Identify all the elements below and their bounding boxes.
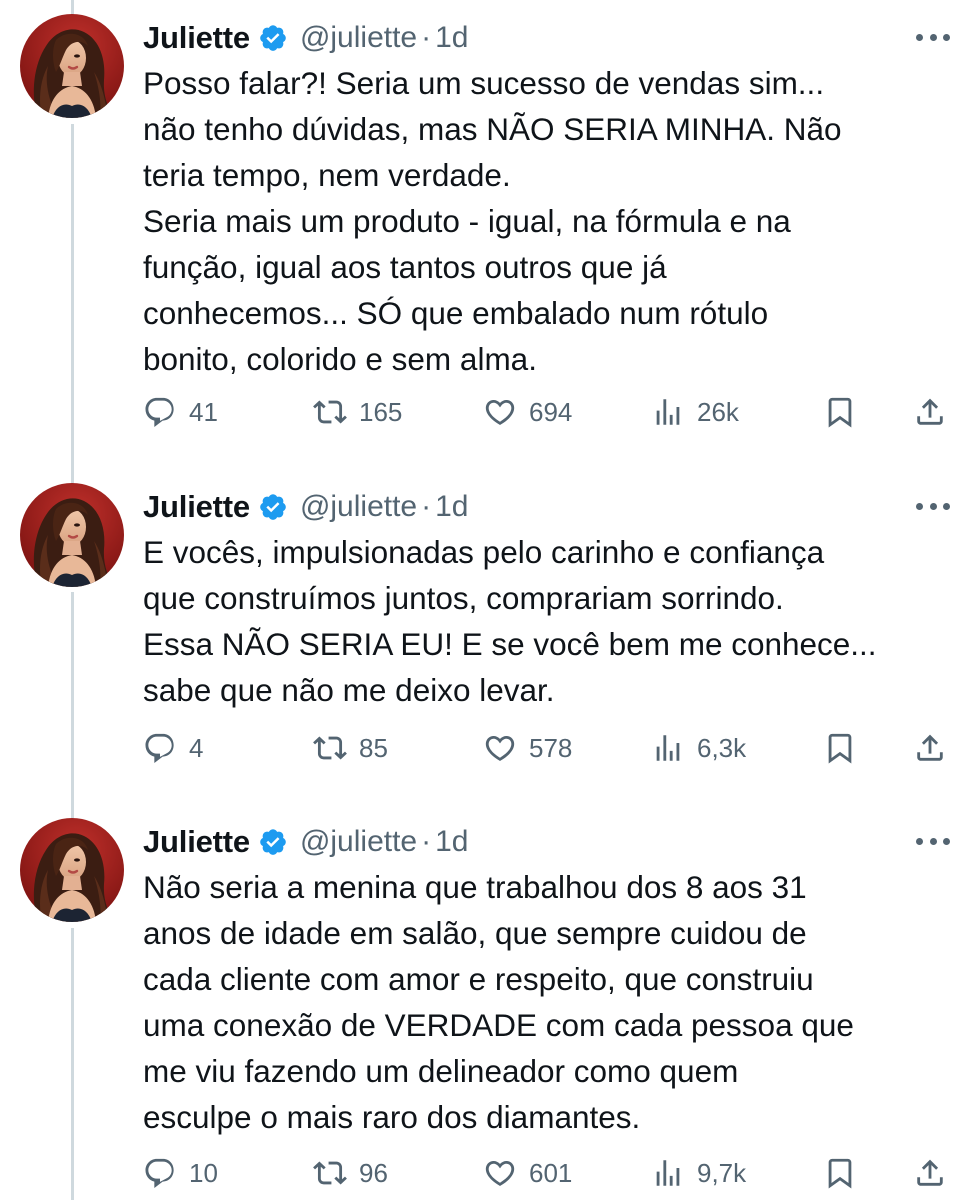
reply-icon [143, 395, 177, 429]
heart-icon [483, 395, 517, 429]
retweet-count: 96 [359, 1157, 388, 1188]
author-name[interactable]: Juliette [143, 824, 250, 860]
bookmark-button[interactable] [823, 390, 857, 434]
reply-button[interactable]: 41 [143, 390, 218, 434]
retweet-count: 165 [359, 396, 403, 427]
tweet-text-line: bonito, colorido e sem alma. [143, 341, 537, 377]
views-icon [651, 731, 685, 765]
tweet-text: Não seria a menina que trabalhou dos 8 a… [143, 864, 943, 1140]
bookmark-icon [823, 1156, 857, 1190]
reply-icon [143, 731, 177, 765]
author-name[interactable]: Juliette [143, 489, 250, 525]
share-icon [913, 731, 947, 765]
retweet-icon [313, 731, 347, 765]
tweet-text-line: me viu fazendo um delineador como quem [143, 1053, 739, 1089]
like-button[interactable]: 601 [483, 1151, 572, 1195]
share-button[interactable] [913, 726, 947, 770]
retweet-button[interactable]: 96 [313, 1151, 388, 1195]
author-handle[interactable]: @juliette [300, 21, 417, 55]
tweet-text-line: função, igual aos tantos outros que já [143, 249, 667, 285]
more-horizontal-icon[interactable] [916, 491, 950, 521]
thread-connector-line [71, 592, 74, 824]
bookmark-icon [823, 395, 857, 429]
separator-dot: · [421, 825, 432, 858]
retweet-count: 85 [359, 732, 388, 763]
reply-button[interactable]: 4 [143, 726, 203, 770]
tweet-text-line: anos de idade em salão, que sempre cuido… [143, 915, 807, 951]
like-button[interactable]: 694 [483, 390, 572, 434]
separator-dot: · [421, 21, 432, 54]
tweet-text-line: conhecemos... SÓ que embalado num rótulo [143, 295, 769, 331]
thread-connector-line [71, 124, 74, 490]
tweet-text-line: não tenho dúvidas, mas NÃO SERIA MINHA. … [143, 111, 842, 147]
share-button[interactable] [913, 1151, 947, 1195]
retweet-icon [313, 395, 347, 429]
like-count: 601 [529, 1157, 573, 1188]
share-icon [913, 1156, 947, 1190]
heart-icon [483, 1156, 517, 1190]
author-handle[interactable]: @juliette [300, 490, 417, 524]
more-horizontal-icon[interactable] [916, 826, 950, 856]
views-button[interactable]: 9,7k [651, 1151, 746, 1195]
tweet-text-line: sabe que não me deixo levar. [143, 672, 555, 708]
retweet-button[interactable]: 85 [313, 726, 388, 770]
tweet-text-line: Não seria a menina que trabalhou dos 8 a… [143, 869, 807, 905]
tweet-text: E vocês, impulsionadas pelo carinho e co… [143, 529, 943, 713]
views-button[interactable]: 26k [651, 390, 739, 434]
more-horizontal-icon[interactable] [916, 22, 950, 52]
like-count: 694 [529, 396, 573, 427]
reply-button[interactable]: 10 [143, 1151, 218, 1195]
retweet-button[interactable]: 165 [313, 390, 402, 434]
retweet-icon [313, 1156, 347, 1190]
like-button[interactable]: 578 [483, 726, 572, 770]
view-count: 9,7k [697, 1157, 747, 1188]
tweet-text-line: Posso falar?! Seria um sucesso de vendas… [143, 65, 825, 101]
tweet-text-line: E vocês, impulsionadas pelo carinho e co… [143, 534, 825, 570]
share-icon [913, 395, 947, 429]
reply-count: 10 [189, 1157, 218, 1188]
tweet-header: Juliette @juliette · 1d [143, 818, 469, 866]
bookmark-button[interactable] [823, 1151, 857, 1195]
thread-connector-line [71, 928, 74, 1200]
reply-count: 4 [189, 732, 204, 763]
tweet-text-line: que construímos juntos, comprariam sorri… [143, 580, 784, 616]
bookmark-button[interactable] [823, 726, 857, 770]
author-handle[interactable]: @juliette [300, 825, 417, 859]
reply-icon [143, 1156, 177, 1190]
tweet-header: Juliette @juliette · 1d [143, 483, 469, 531]
avatar[interactable] [20, 14, 124, 118]
tweet-text-line: esculpe o mais raro dos diamantes. [143, 1099, 641, 1135]
separator-dot: · [421, 490, 432, 523]
avatar[interactable] [20, 818, 124, 922]
tweet-timestamp[interactable]: 1d [435, 825, 468, 859]
author-name[interactable]: Juliette [143, 20, 250, 56]
tweet-actions: 4 85 578 6,3k [143, 726, 958, 770]
like-count: 578 [529, 732, 573, 763]
tweet-text-line: cada cliente com amor e respeito, que co… [143, 961, 814, 997]
reply-count: 41 [189, 396, 218, 427]
heart-icon [483, 731, 517, 765]
views-icon [651, 1156, 685, 1190]
tweet-text-line: teria tempo, nem verdade. [143, 157, 511, 193]
views-button[interactable]: 6,3k [651, 726, 746, 770]
views-icon [651, 395, 685, 429]
tweet-text-line: Essa NÃO SERIA EU! E se você bem me conh… [143, 626, 877, 662]
tweet-header: Juliette @juliette · 1d [143, 14, 469, 62]
share-button[interactable] [913, 390, 947, 434]
avatar[interactable] [20, 483, 124, 587]
tweet-actions: 10 96 601 9,7k [143, 1151, 958, 1195]
tweet-timestamp[interactable]: 1d [435, 490, 468, 524]
verified-badge-icon [258, 492, 288, 522]
view-count: 6,3k [697, 732, 747, 763]
tweet-actions: 41 165 694 26k [143, 390, 958, 434]
verified-badge-icon [258, 827, 288, 857]
tweet-timestamp[interactable]: 1d [435, 21, 468, 55]
verified-badge-icon [258, 23, 288, 53]
tweet-text-line: uma conexão de VERDADE com cada pessoa q… [143, 1007, 854, 1043]
tweet-text: Posso falar?! Seria um sucesso de vendas… [143, 60, 943, 382]
tweet-text-line: Seria mais um produto - igual, na fórmul… [143, 203, 791, 239]
view-count: 26k [697, 396, 739, 427]
bookmark-icon [823, 731, 857, 765]
